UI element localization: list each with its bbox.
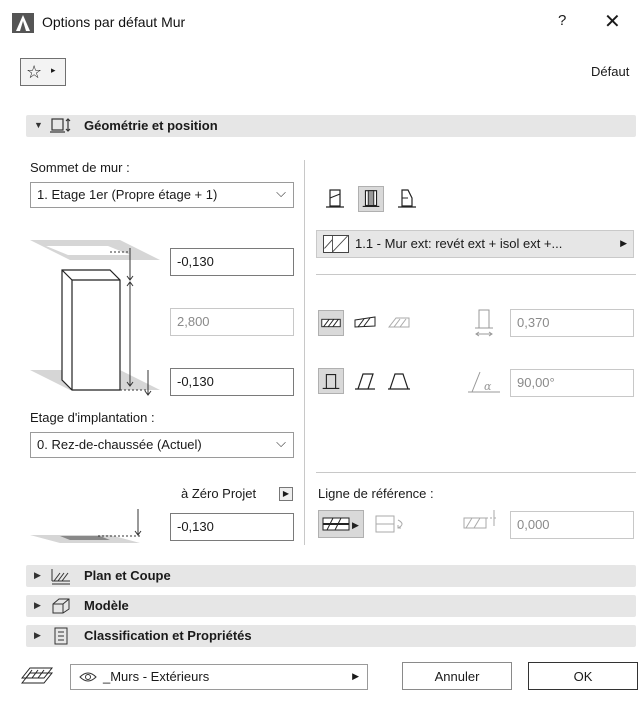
trapezoid-wall-icon[interactable] — [352, 310, 378, 336]
arrow-right-icon: ▶ — [620, 238, 627, 248]
reference-line-location-button[interactable]: ▶ — [318, 510, 364, 538]
top-link-select[interactable]: 1. Etage 1er (Propre étage + 1) ⌵ — [30, 182, 294, 208]
slant-angle-field[interactable]: 90,00° — [510, 369, 634, 397]
geometry-icon — [50, 118, 71, 133]
arrow-right-icon: ▸ — [51, 65, 56, 75]
chevron-down-icon: ⌵ — [276, 185, 286, 200]
section-classification-label: Classification et Propriétés — [84, 628, 252, 643]
collapse-triangle-icon: ▼ — [34, 120, 43, 130]
reference-offset-field[interactable]: 0,000 — [510, 511, 634, 539]
project-zero-label: à Zéro Projet — [181, 486, 257, 501]
expand-triangle-icon: ▶ — [34, 570, 41, 580]
column-divider — [304, 160, 305, 545]
wall-app-icon — [12, 13, 34, 33]
home-story-label: Etage d'implantation : — [30, 410, 155, 425]
bottom-offset-field[interactable]: -0,130 — [170, 368, 294, 396]
composite-swatch-icon — [323, 235, 349, 253]
structure-type-group — [322, 186, 432, 214]
ok-button[interactable]: OK — [528, 662, 638, 690]
section-geometry-header[interactable]: ▼ Géométrie et position — [26, 115, 636, 137]
building-material-button[interactable]: 1.1 - Mur ext: revét ext + isol ext +...… — [316, 230, 634, 258]
flip-wall-icon[interactable] — [374, 512, 410, 536]
title-bar: Options par défaut Mur ? ✕ — [0, 0, 643, 44]
model-box-icon — [52, 598, 70, 614]
wall-elevation-diagram — [30, 240, 160, 396]
chevron-down-icon: ⌵ — [276, 435, 286, 450]
reference-offset-icon — [463, 510, 498, 529]
reference-line-label: Ligne de référence : — [318, 486, 434, 501]
horizontal-divider — [316, 274, 636, 275]
perpendicular-wall-icon[interactable] — [318, 368, 344, 394]
wall-height-field[interactable]: 2,800 — [170, 308, 294, 336]
layer-value: _Murs - Extérieurs — [103, 669, 210, 684]
document-list-icon — [54, 627, 68, 645]
top-link-value: 1. Etage 1er (Propre étage + 1) — [37, 187, 218, 202]
top-offset-field[interactable]: -0,130 — [170, 248, 294, 276]
project-zero-menu-button[interactable]: ▶ — [279, 487, 293, 501]
profile-structure-icon[interactable] — [394, 186, 420, 212]
section-model-header[interactable]: ▶ Modèle — [26, 595, 636, 617]
project-zero-field[interactable]: -0,130 — [170, 513, 294, 541]
home-story-value: 0. Rez-de-chaussée (Actuel) — [37, 437, 202, 452]
section-classification-header[interactable]: ▶ Classification et Propriétés — [26, 625, 636, 647]
layer-select[interactable]: _Murs - Extérieurs ▶ — [70, 664, 368, 690]
horizontal-divider — [316, 472, 636, 473]
floor-plan-icon — [51, 569, 70, 585]
expand-triangle-icon: ▶ — [34, 600, 41, 610]
svg-text:α: α — [484, 380, 492, 393]
window-title: Options par défaut Mur — [42, 14, 186, 30]
layers-icon[interactable] — [20, 664, 54, 688]
expand-triangle-icon: ▶ — [34, 630, 41, 640]
polygonal-wall-icon[interactable] — [386, 310, 412, 336]
favorites-button[interactable]: ☆ ▸ — [20, 58, 66, 86]
slanted-wall-icon[interactable] — [352, 368, 378, 394]
section-plan-label: Plan et Coupe — [84, 568, 171, 583]
eye-icon — [79, 672, 97, 682]
double-slanted-wall-icon[interactable] — [386, 368, 412, 394]
slant-angle-icon: α — [468, 371, 500, 393]
basic-structure-icon[interactable] — [322, 186, 348, 212]
wall-thickness-icon — [475, 309, 493, 337]
wall-thickness-field[interactable]: 0,370 — [510, 309, 634, 337]
default-label: Défaut — [591, 64, 630, 79]
close-button[interactable]: ✕ — [604, 9, 621, 34]
section-model-label: Modèle — [84, 598, 129, 613]
composite-structure-icon[interactable] — [358, 186, 384, 212]
building-material-value: 1.1 - Mur ext: revét ext + isol ext +... — [355, 236, 563, 251]
arrow-right-icon: ▶ — [352, 671, 359, 681]
home-story-select[interactable]: 0. Rez-de-chaussée (Actuel) ⌵ — [30, 432, 294, 458]
star-icon: ☆ — [26, 62, 43, 82]
project-zero-diagram — [30, 509, 142, 543]
reference-line-icon: ▶ — [322, 517, 359, 531]
section-geometry-label: Géométrie et position — [84, 118, 218, 133]
svg-text:▶: ▶ — [352, 520, 359, 530]
straight-wall-icon[interactable] — [318, 310, 344, 336]
cancel-button[interactable]: Annuler — [402, 662, 512, 690]
section-plan-header[interactable]: ▶ Plan et Coupe — [26, 565, 636, 587]
top-link-label: Sommet de mur : — [30, 160, 130, 175]
help-button[interactable]: ? — [558, 12, 566, 29]
